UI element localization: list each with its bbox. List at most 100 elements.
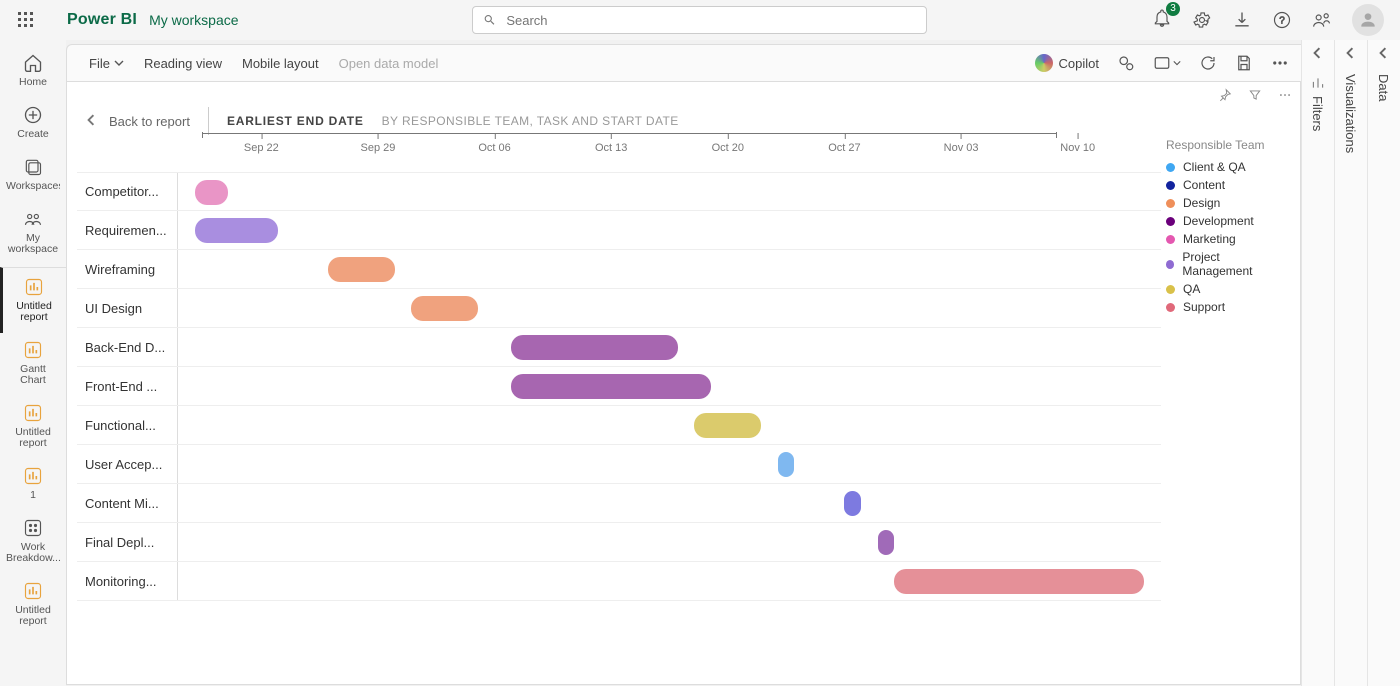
data-pane[interactable]: Data — [1367, 40, 1400, 686]
legend-label: Project Management — [1182, 250, 1286, 278]
nav-work-breakdown[interactable]: Work Breakdow... — [0, 511, 66, 574]
nav-gantt-chart[interactable]: Gantt Chart — [0, 333, 66, 396]
back-to-report-link[interactable]: Back to report — [109, 114, 190, 129]
gantt-bar[interactable] — [844, 491, 861, 516]
legend-item[interactable]: Design — [1166, 194, 1286, 212]
filter-icon[interactable] — [1248, 88, 1262, 102]
gantt-row[interactable]: UI Design — [77, 289, 1161, 328]
gantt-row[interactable]: Content Mi... — [77, 484, 1161, 523]
copilot-icon — [1035, 54, 1053, 72]
legend-label: QA — [1183, 282, 1200, 296]
gantt-bar[interactable] — [511, 374, 711, 399]
copilot-button[interactable]: Copilot — [1035, 54, 1099, 72]
search-box[interactable] — [472, 6, 927, 34]
legend-item[interactable]: Project Management — [1166, 248, 1286, 280]
open-data-model-button: Open data model — [329, 52, 449, 75]
divider — [208, 107, 209, 135]
gantt-row[interactable]: Functional... — [77, 406, 1161, 445]
gantt-row[interactable]: Requiremen... — [77, 211, 1161, 250]
gantt-bar[interactable] — [511, 335, 678, 360]
report-toolbar: File Reading view Mobile layout Open dat… — [66, 44, 1301, 82]
search-input[interactable] — [504, 12, 916, 29]
axis-tick: Nov 03 — [944, 142, 979, 154]
legend-label: Client & QA — [1183, 160, 1246, 174]
svg-text:?: ? — [1279, 15, 1285, 26]
task-label: Content Mi... — [77, 496, 177, 511]
breadcrumb-workspace[interactable]: My workspace — [149, 12, 238, 28]
task-label: UI Design — [77, 301, 177, 316]
nav-my-workspace[interactable]: My workspace — [0, 202, 66, 265]
help-icon[interactable]: ? — [1272, 10, 1292, 30]
gantt-bar[interactable] — [195, 218, 278, 243]
gantt-row[interactable]: Final Depl... — [77, 523, 1161, 562]
back-icon[interactable] — [85, 114, 97, 129]
expand-icon[interactable] — [1311, 46, 1323, 64]
nav-untitled-report-1[interactable]: Untitled report — [0, 267, 66, 333]
legend-item[interactable]: Support — [1166, 298, 1286, 316]
download-icon[interactable] — [1232, 10, 1252, 30]
drill-back-row: Back to report EARLIEST END DATE BY RESP… — [85, 107, 679, 135]
legend-item[interactable]: Client & QA — [1166, 158, 1286, 176]
legend-swatch — [1166, 303, 1175, 312]
visual-header — [1218, 88, 1292, 102]
nav-untitled-report-2[interactable]: Untitled report — [0, 396, 66, 459]
legend-swatch — [1166, 199, 1175, 208]
gantt-row[interactable]: Competitor... — [77, 172, 1161, 211]
gantt-row[interactable]: User Accep... — [77, 445, 1161, 484]
gantt-bar[interactable] — [778, 452, 795, 477]
explore-icon[interactable] — [1117, 54, 1135, 72]
expand-icon[interactable] — [1377, 46, 1389, 64]
gantt-bar[interactable] — [878, 530, 895, 555]
nav-untitled-report-3[interactable]: Untitled report — [0, 574, 66, 637]
axis-tick: Nov 10 — [1060, 142, 1095, 154]
legend-item[interactable]: Marketing — [1166, 230, 1286, 248]
notifications-icon[interactable]: 3 — [1152, 8, 1172, 33]
legend-item[interactable]: QA — [1166, 280, 1286, 298]
task-label: Front-End ... — [77, 379, 177, 394]
gantt-row[interactable]: Wireframing — [77, 250, 1161, 289]
mobile-layout-button[interactable]: Mobile layout — [232, 52, 329, 75]
gantt-row[interactable]: Back-End D... — [77, 328, 1161, 367]
save-icon[interactable] — [1235, 54, 1253, 72]
task-label: Monitoring... — [77, 574, 177, 589]
file-menu[interactable]: File — [79, 52, 134, 75]
gantt-bar[interactable] — [894, 569, 1144, 594]
report-icon — [23, 581, 43, 601]
nav-report-one[interactable]: 1 — [0, 459, 66, 511]
expand-icon[interactable] — [1344, 46, 1356, 64]
gantt-bar[interactable] — [694, 413, 761, 438]
visualizations-pane[interactable]: Visualizations — [1334, 40, 1367, 686]
axis-line — [202, 133, 1057, 134]
more-options-icon[interactable] — [1271, 54, 1289, 72]
legend: Responsible Team Client & QAContentDesig… — [1166, 138, 1286, 316]
legend-label: Design — [1183, 196, 1220, 210]
filters-pane[interactable]: Filters — [1301, 40, 1334, 686]
more-icon[interactable] — [1278, 88, 1292, 102]
legend-swatch — [1166, 285, 1175, 294]
legend-label: Content — [1183, 178, 1225, 192]
gantt-bar[interactable] — [328, 257, 395, 282]
app-launcher-icon[interactable] — [10, 4, 42, 36]
gantt-row[interactable]: Front-End ... — [77, 367, 1161, 406]
settings-icon[interactable] — [1192, 10, 1212, 30]
nav-home[interactable]: Home — [0, 46, 66, 98]
my-workspace-icon — [23, 209, 43, 229]
feedback-icon[interactable] — [1312, 10, 1332, 30]
gantt-bar[interactable] — [195, 180, 228, 205]
nav-create[interactable]: Create — [0, 98, 66, 150]
task-label: Functional... — [77, 418, 177, 433]
legend-item[interactable]: Development — [1166, 212, 1286, 230]
gantt-row[interactable]: Monitoring... — [77, 562, 1161, 601]
account-avatar[interactable] — [1352, 4, 1384, 36]
gantt-bar[interactable] — [411, 296, 478, 321]
nav-workspaces[interactable]: Workspaces — [0, 150, 66, 202]
refresh-icon[interactable] — [1199, 54, 1217, 72]
view-dropdown[interactable] — [1153, 54, 1181, 72]
brand-label[interactable]: Power BI — [67, 11, 137, 29]
pin-icon[interactable] — [1218, 88, 1232, 102]
task-label: User Accep... — [77, 457, 177, 472]
legend-item[interactable]: Content — [1166, 176, 1286, 194]
axis-tick: Oct 13 — [595, 142, 627, 154]
task-label: Requiremen... — [77, 223, 177, 238]
reading-view-button[interactable]: Reading view — [134, 52, 232, 75]
